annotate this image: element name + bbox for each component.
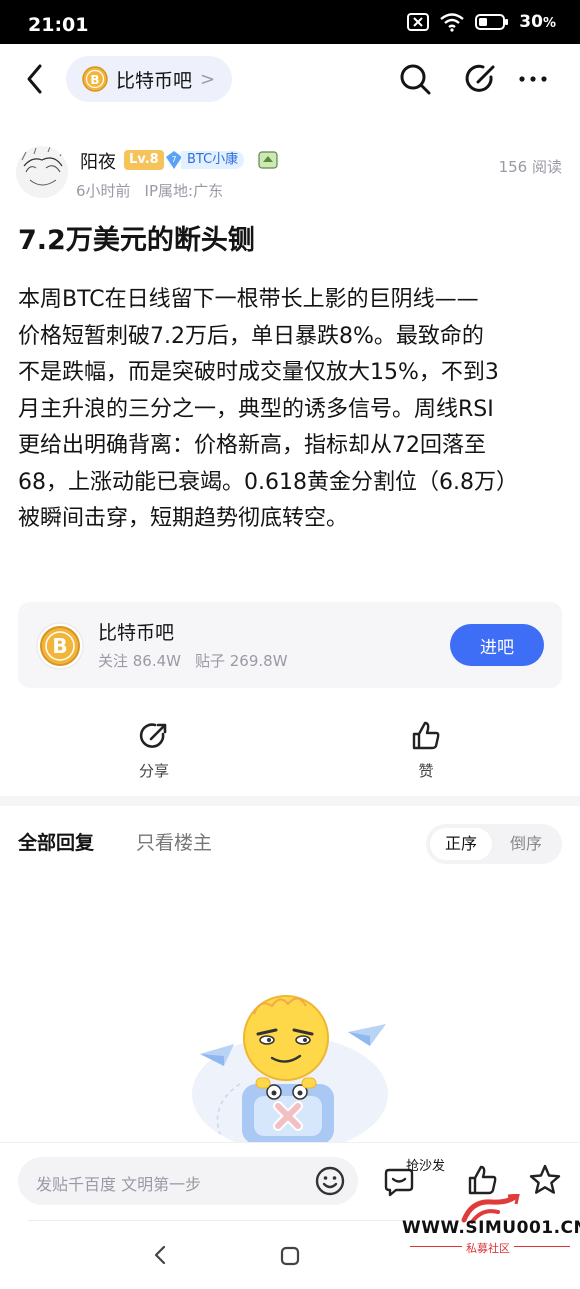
sort-toggle: 正序 倒序 — [426, 824, 562, 864]
status-bar: 21:01 30% — [0, 0, 580, 44]
thumbs-up-icon — [412, 721, 440, 750]
bitcoin-coin-icon: B — [82, 66, 108, 92]
sort-ascending-button[interactable]: 正序 — [430, 828, 492, 860]
tab-all-replies[interactable]: 全部回复 — [18, 828, 94, 855]
level-badge: Lv.8 — [124, 150, 164, 170]
watermark-url: WWW.SIMU001.CN — [402, 1218, 580, 1238]
post-body-line: 被瞬间击穿，短期趋势彻底转空。 — [18, 506, 349, 531]
svg-text:B: B — [52, 634, 67, 658]
nav-home-icon[interactable] — [280, 1246, 300, 1266]
btc-tag-text: BTC小康 — [181, 151, 245, 169]
forum-card[interactable]: B 比特币吧 关注 86.4W 贴子 269.8W 进吧 — [18, 602, 562, 688]
post-location: IP属地:广东 — [144, 182, 224, 200]
thumbs-up-icon[interactable] — [466, 1163, 500, 1197]
app-frame: B 比特币吧 > 阳夜 Lv.8 7 BTC小康 6小时前 IP属地:广东 156… — [0, 44, 580, 1289]
forum-card-stats: 关注 86.4W 贴子 269.8W — [98, 650, 288, 671]
forum-pill[interactable]: B 比特币吧 > — [66, 56, 232, 102]
comment-placeholder: 发贴千百度 文明第一步 — [36, 1175, 202, 1194]
back-arrow-icon[interactable] — [22, 62, 48, 96]
svg-text:B: B — [90, 73, 99, 87]
forum-card-name: 比特币吧 — [98, 622, 175, 644]
post-meta: 6小时前 IP属地:广东 — [76, 180, 223, 201]
edit-icon[interactable] — [464, 62, 498, 96]
nav-back-icon[interactable] — [152, 1244, 168, 1266]
wifi-icon — [440, 13, 465, 32]
post-body-line: 价格短暂刺破7.2万后，单日暴跌8%。最致命的 — [18, 323, 484, 349]
avatar[interactable] — [16, 146, 68, 198]
bitcoin-logo-icon: B — [36, 622, 84, 670]
post-body: 本周BTC在日线留下一根带长上影的巨阴线—— 价格短暂刺破7.2万后，单日暴跌8… — [18, 282, 566, 538]
post-body-line: 更给出明确背离：价格新高，指标却从72回落至 — [18, 433, 486, 458]
top-nav: B 比特币吧 > — [0, 44, 580, 114]
comment-input[interactable]: 发贴千百度 文明第一步 — [18, 1157, 358, 1205]
join-forum-button[interactable]: 进吧 — [450, 624, 544, 666]
tab-op-only[interactable]: 只看楼主 — [136, 828, 212, 855]
post-body-line: 本周BTC在日线留下一根带长上影的巨阴线—— — [18, 287, 479, 312]
share-button[interactable]: 分享 — [114, 720, 194, 781]
chevron-right-icon: > — [200, 68, 216, 90]
first-comment-label: 抢沙发 — [406, 1159, 446, 1174]
post-body-line: 月主升浪的三分之一，典型的诱多信号。周线RSI — [18, 396, 494, 422]
svg-text:7: 7 — [171, 155, 176, 164]
emblem-icon — [258, 151, 278, 169]
post-body-line: 不是跌幅，而是突破时成交量仅放大15%，不到3 — [18, 360, 499, 385]
btc-tag-badge: 7 BTC小康 — [165, 149, 245, 171]
status-time: 21:01 — [28, 14, 89, 36]
share-icon — [139, 723, 167, 748]
nav-divider — [28, 1220, 408, 1221]
star-icon[interactable] — [528, 1163, 562, 1197]
status-icons: 30% — [407, 12, 556, 32]
forum-pill-name: 比特币吧 — [116, 69, 193, 92]
like-button[interactable]: 赞 — [386, 720, 466, 781]
emoji-icon[interactable] — [314, 1165, 346, 1197]
follow-count: 关注 86.4W — [98, 652, 181, 670]
more-icon[interactable] — [516, 62, 550, 96]
post-header: 阳夜 Lv.8 7 BTC小康 6小时前 IP属地:广东 156 阅读 — [0, 144, 580, 206]
battery-icon — [475, 14, 509, 30]
sim-x-icon — [407, 13, 430, 31]
section-divider — [0, 796, 580, 806]
post-time: 6小时前 — [76, 182, 131, 200]
watermark-subtitle: 私募社区 — [462, 1240, 514, 1256]
share-label: 分享 — [138, 762, 169, 780]
site-watermark: WWW.SIMU001.CN 私募社区 — [402, 1194, 580, 1256]
empty-state-illustration — [192, 995, 388, 1144]
battery-level: 30 — [519, 12, 543, 32]
read-count: 156 阅读 — [498, 158, 562, 176]
search-icon[interactable] — [398, 62, 432, 96]
post-body-line: 68，上涨动能已衰竭。0.618黄金分割位（6.8万） — [18, 469, 518, 495]
like-label: 赞 — [418, 762, 434, 780]
sort-descending-button[interactable]: 倒序 — [496, 828, 556, 860]
post-title: 7.2万美元的断头铡 — [18, 225, 255, 256]
author-name[interactable]: 阳夜 — [80, 148, 116, 174]
post-count: 贴子 269.8W — [195, 652, 288, 670]
